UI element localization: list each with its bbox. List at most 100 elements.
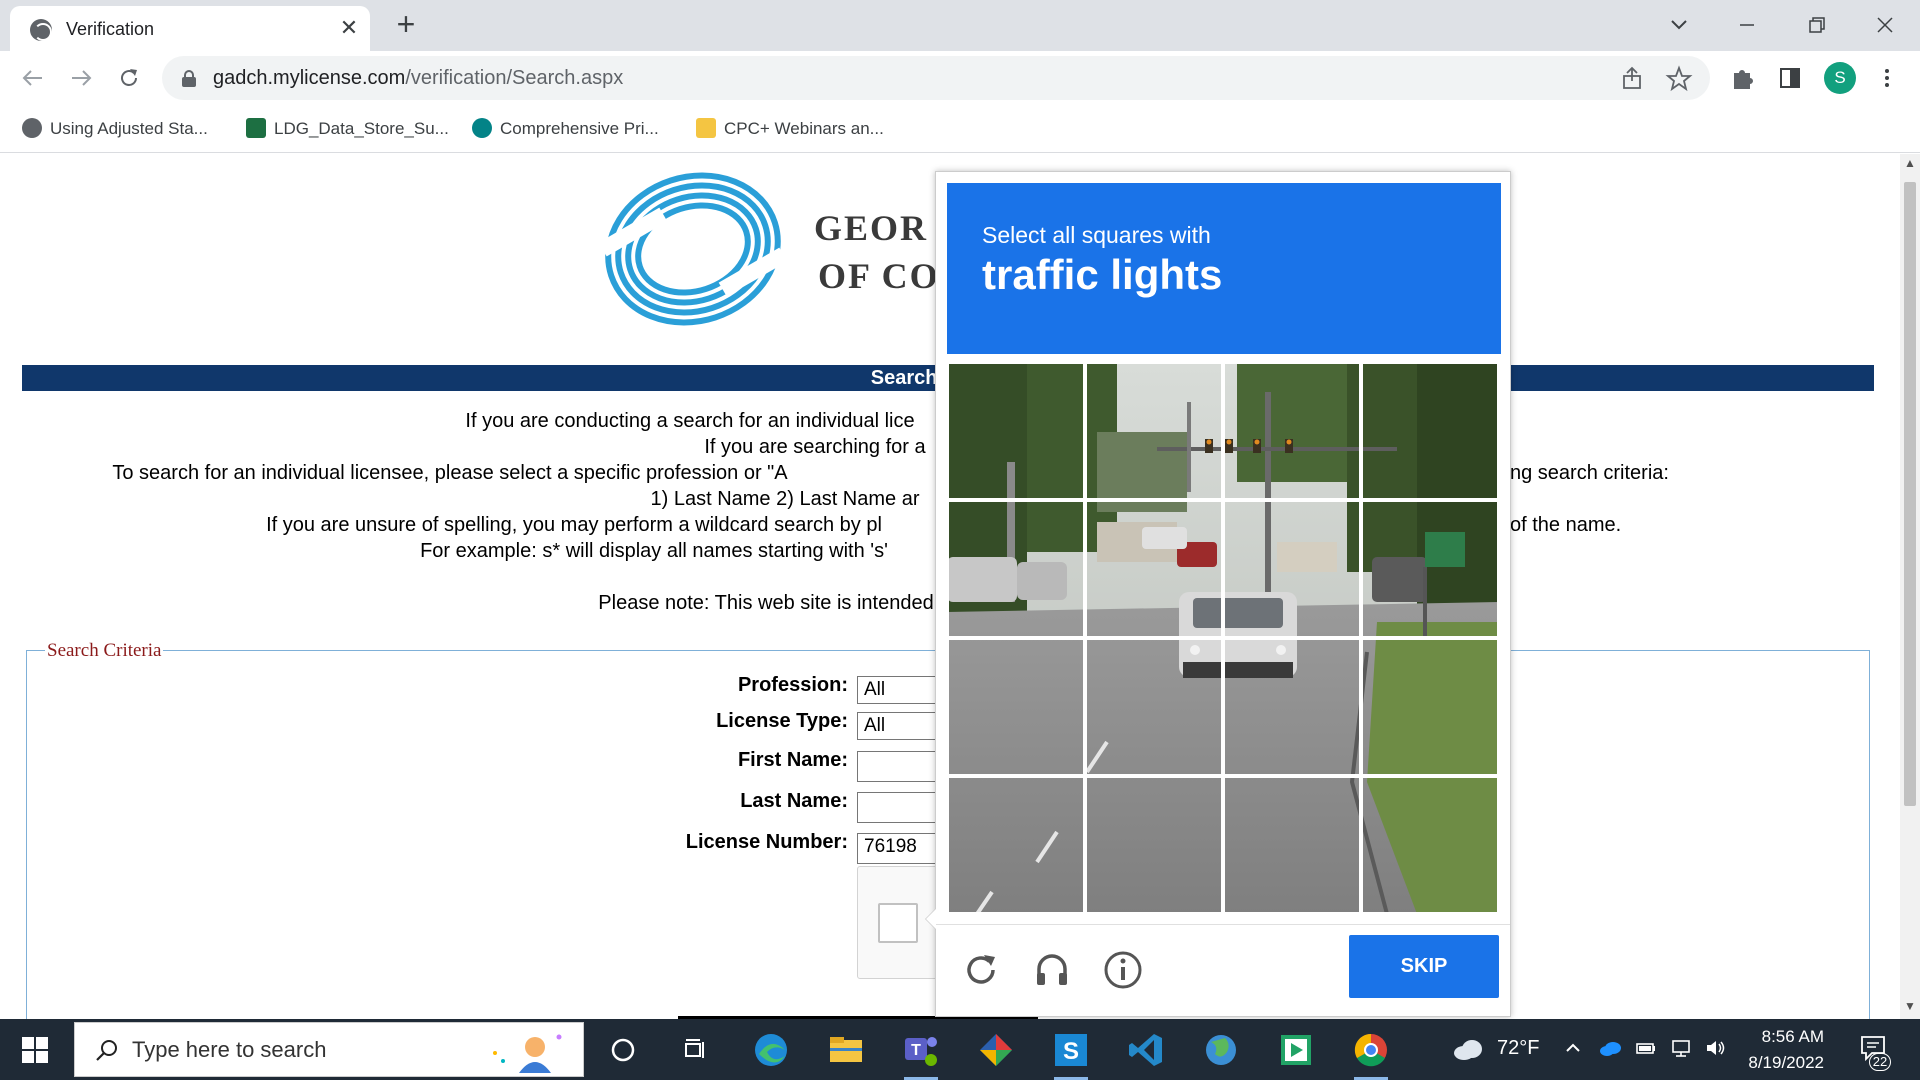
url-path: /verification/Search.aspx (405, 67, 624, 89)
captcha-tile[interactable] (1223, 638, 1361, 776)
svg-text:T: T (911, 1042, 921, 1059)
svg-text:S: S (1063, 1038, 1079, 1065)
captcha-tile[interactable] (1361, 776, 1499, 914)
chrome-icon[interactable] (1348, 1027, 1394, 1080)
restore-button[interactable] (1800, 8, 1834, 42)
menu-kebab-icon[interactable] (1872, 63, 1902, 93)
forward-button[interactable] (64, 61, 98, 95)
clock-date[interactable]: 8/19/2022 (1734, 1053, 1824, 1073)
chevron-down-icon (1671, 20, 1687, 30)
bookmark-item[interactable]: Using Adjusted Sta... (22, 115, 208, 143)
minimize-icon (1740, 24, 1754, 26)
license-number-label: License Number: (685, 831, 848, 853)
skip-button[interactable]: SKIP (1349, 935, 1499, 998)
bookmark-item[interactable]: CPC+ Webinars an... (696, 115, 884, 143)
captcha-tile[interactable] (947, 362, 1085, 500)
clock-time[interactable]: 8:56 AM (1754, 1027, 1824, 1047)
battery-icon[interactable] (1634, 1037, 1656, 1059)
extensions-icon[interactable] (1727, 63, 1757, 93)
bookmarks-bar: Using Adjusted Sta... LDG_Data_Store_Su.… (0, 105, 1920, 153)
bookmark-label: Using Adjusted Sta... (50, 119, 208, 138)
weather-cloud-icon (1454, 1040, 1482, 1060)
taskbar-search-input[interactable]: Type here to search (74, 1022, 584, 1077)
weather-text[interactable]: 72°F (1497, 1037, 1539, 1060)
captcha-tile[interactable] (947, 638, 1085, 776)
file-explorer-icon[interactable] (823, 1027, 869, 1073)
windows-start-icon[interactable] (22, 1037, 48, 1063)
tab-close-button[interactable]: ✕ (336, 15, 362, 41)
bookmark-item[interactable]: Comprehensive Pri... (472, 115, 659, 143)
license-type-label: License Type: (716, 710, 848, 732)
profile-avatar[interactable]: S (1824, 62, 1856, 94)
tab-title: Verification (66, 19, 155, 39)
org-name: GEOR OF CO (814, 204, 940, 300)
chevron-up-icon[interactable] (1562, 1037, 1584, 1059)
license-type-select[interactable]: All (857, 712, 937, 740)
onedrive-icon[interactable] (1598, 1037, 1621, 1059)
share-icon[interactable] (1618, 64, 1648, 94)
url-host: gadch.mylicense.com (213, 67, 406, 89)
back-button[interactable] (16, 61, 50, 95)
challenge-target: traffic lights (982, 251, 1223, 298)
first-name-input[interactable] (857, 751, 937, 782)
profession-select[interactable]: All (857, 676, 937, 704)
page-scrollbar[interactable]: ▲ ▼ (1900, 154, 1920, 1019)
bookmark-item[interactable]: LDG_Data_Store_Su... (246, 115, 449, 143)
media-player-icon[interactable] (1273, 1027, 1319, 1073)
edge-icon[interactable] (748, 1027, 794, 1073)
captcha-tile[interactable] (1223, 362, 1361, 500)
captcha-tile[interactable] (1361, 500, 1499, 638)
profession-label: Profession: (737, 674, 848, 696)
minimize-button[interactable] (1730, 8, 1764, 42)
captcha-tile[interactable] (947, 776, 1085, 914)
captcha-tile[interactable] (1361, 362, 1499, 500)
captcha-tile[interactable] (1085, 638, 1223, 776)
license-number-input[interactable]: 76198 (857, 833, 937, 864)
address-bar[interactable]: gadch.mylicense.com/verification/Search.… (162, 56, 1710, 100)
folder-icon (696, 118, 716, 138)
globe-app-icon[interactable] (1198, 1027, 1244, 1073)
search-criteria-legend: Search Criteria (45, 640, 164, 662)
notification-center-button[interactable]: 22 (1858, 1033, 1894, 1071)
info-icon[interactable] (1102, 949, 1144, 991)
side-panel-icon[interactable] (1775, 63, 1805, 93)
captcha-tile[interactable] (1085, 362, 1223, 500)
captcha-challenge: Select all squares with traffic lights S… (925, 171, 1511, 1017)
captcha-tile[interactable] (1223, 776, 1361, 914)
sharepoint-app-icon[interactable]: S (1048, 1027, 1094, 1080)
tab-search-button[interactable] (1662, 8, 1696, 42)
restore-icon (1809, 17, 1825, 33)
reload-icon[interactable] (960, 949, 1002, 991)
captcha-tile[interactable] (1085, 776, 1223, 914)
teams-icon[interactable]: T (898, 1027, 944, 1080)
app-diamond-icon[interactable] (973, 1027, 1019, 1073)
cortana-icon[interactable] (600, 1027, 646, 1073)
captcha-tile[interactable] (1223, 500, 1361, 638)
challenge-pointer (925, 908, 936, 930)
last-name-input[interactable] (857, 792, 937, 823)
vscode-icon[interactable] (1123, 1027, 1169, 1073)
captcha-tile[interactable] (1085, 500, 1223, 638)
captcha-tile[interactable] (947, 500, 1085, 638)
arrow-right-icon (72, 70, 92, 86)
close-window-button[interactable] (1868, 8, 1902, 42)
task-view-icon[interactable] (672, 1027, 718, 1073)
challenge-instruction: Select all squares with (982, 222, 1211, 248)
scroll-up-icon[interactable]: ▲ (1900, 156, 1920, 174)
url-text: gadch.mylicense.com/verification/Search.… (213, 67, 623, 90)
captcha-tile[interactable] (1361, 638, 1499, 776)
bookmark-label: LDG_Data_Store_Su... (274, 119, 449, 138)
reload-button[interactable] (112, 61, 146, 95)
recaptcha-checkbox[interactable] (878, 903, 918, 943)
last-name-label: Last Name: (740, 790, 848, 812)
challenge-footer: SKIP (936, 924, 1510, 1016)
new-tab-button[interactable]: + (390, 8, 422, 40)
scroll-down-icon[interactable]: ▼ (1900, 999, 1920, 1017)
bookmark-label: CPC+ Webinars an... (724, 119, 884, 138)
audio-icon[interactable] (1031, 949, 1073, 991)
browser-tab[interactable]: Verification ✕ (10, 6, 370, 51)
scroll-thumb[interactable] (1904, 182, 1916, 806)
star-icon[interactable] (1664, 64, 1694, 94)
volume-icon[interactable] (1704, 1037, 1726, 1059)
network-icon[interactable] (1670, 1037, 1692, 1059)
